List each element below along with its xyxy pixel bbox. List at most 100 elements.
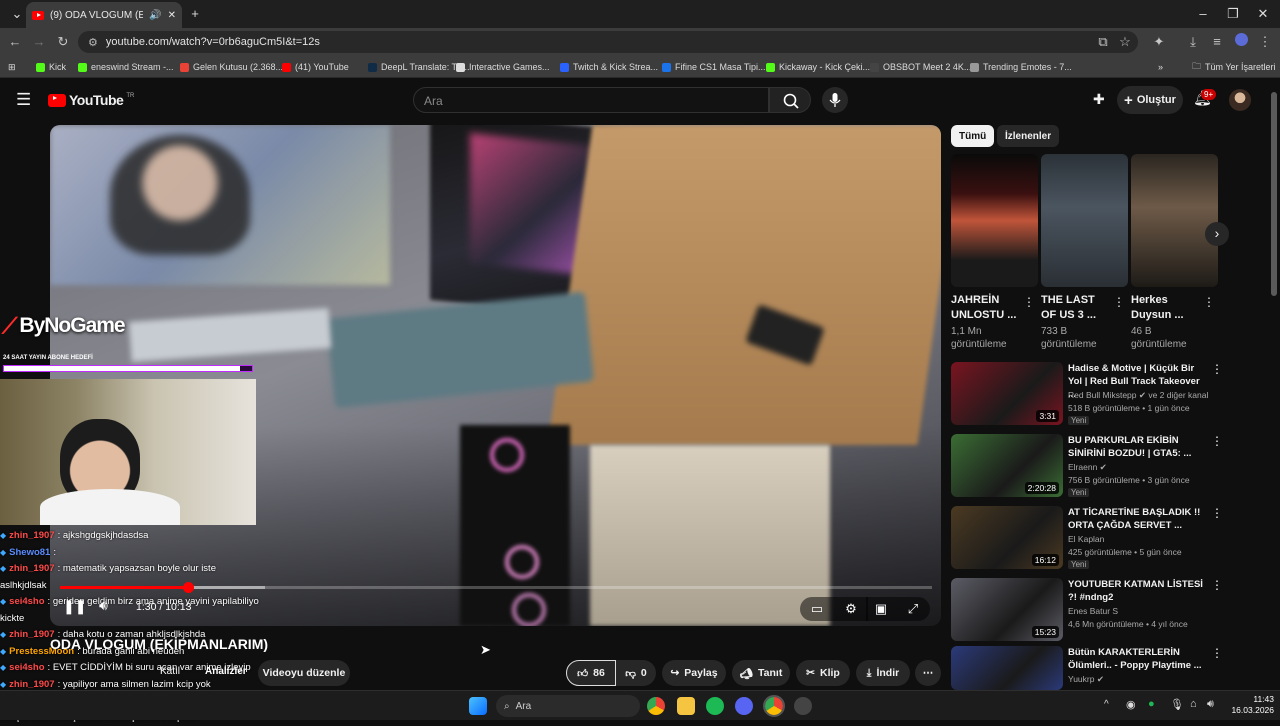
video-thumbnail[interactable]: 16:12 <box>951 506 1063 569</box>
add-user-icon[interactable]: ✚ <box>1093 91 1105 108</box>
chrome-active-icon[interactable] <box>765 697 783 715</box>
video-thumbnail[interactable]: 2:20:28 <box>951 434 1063 497</box>
page-scrollbar[interactable] <box>1271 92 1277 296</box>
miniplayer-icon[interactable]: ▣ <box>866 597 896 621</box>
shorts-next-icon[interactable]: › <box>1205 222 1229 246</box>
more-vertical-icon[interactable]: ⋮ <box>1211 646 1223 660</box>
video-title[interactable]: YOUTUBER KATMAN LİSTESİ ?! #ndng2 <box>1068 578 1208 604</box>
clip-button[interactable]: ✂Klip <box>796 660 850 686</box>
more-vertical-icon[interactable]: ⋮ <box>1113 295 1125 309</box>
more-bookmarks-icon[interactable]: » <box>1158 60 1163 74</box>
bookmark-item[interactable]: DeepL Translate: Th... <box>368 60 470 74</box>
short-card[interactable]: Herkes Duysun ...46 B görüntüleme⋮ <box>1131 154 1218 351</box>
tray-spotify-icon[interactable]: ● <box>1148 698 1155 710</box>
fullscreen-icon[interactable]: ⤢ <box>896 597 930 621</box>
chip-all[interactable]: Tümü <box>951 125 994 147</box>
forward-icon[interactable]: → <box>30 33 48 51</box>
chrome-icon[interactable] <box>647 697 665 715</box>
discord-icon[interactable] <box>735 697 753 715</box>
tray-volume-icon[interactable]: 🔊︎ <box>1207 698 1214 711</box>
more-vertical-icon[interactable]: ⋮ <box>1211 506 1223 520</box>
edit-video-button[interactable]: Videoyu düzenle <box>258 660 350 686</box>
avatar[interactable] <box>1229 89 1251 111</box>
more-vertical-icon[interactable]: ⋮ <box>1211 578 1223 592</box>
hamburger-menu-icon[interactable]: ☰ <box>16 90 31 110</box>
bookmark-item[interactable]: Kickaway - Kick Çeki... <box>766 60 870 74</box>
menu-icon[interactable]: ⋮ <box>1256 33 1274 51</box>
bookmark-item[interactable]: Trending Emotes - 7... <box>970 60 1072 74</box>
download-button[interactable]: ⤓İndir <box>856 660 910 686</box>
bookmark-item[interactable]: OBSBOT Meet 2 4K... <box>870 60 971 74</box>
short-thumbnail[interactable] <box>951 154 1038 287</box>
short-card[interactable]: JAHREİN UNLOSTU ...1,1 Mn görüntüleme⋮ <box>951 154 1038 351</box>
bookmark-item[interactable]: eneswind Stream -... <box>78 60 174 74</box>
reload-icon[interactable]: ↻ <box>54 33 72 51</box>
app-icon[interactable] <box>794 697 812 715</box>
more-vertical-icon[interactable]: ⋮ <box>1211 434 1223 448</box>
search-button[interactable] <box>769 87 811 113</box>
download-icon[interactable]: ⤓ <box>1184 33 1202 51</box>
tab-close-icon[interactable]: ✕ <box>168 10 176 21</box>
more-vertical-icon[interactable]: ⋮ <box>1211 362 1223 376</box>
bookmark-item[interactable]: Twitch & Kick Strea... <box>560 60 658 74</box>
more-actions-button[interactable]: ⋯ <box>915 660 941 686</box>
spotify-icon[interactable] <box>706 697 724 715</box>
like-button[interactable]: 👍︎86 <box>566 660 616 686</box>
recommended-video[interactable]: 2:20:28BU PARKURLAR EKİBİN SİNİRİNİ BOZD… <box>951 434 1269 498</box>
short-thumbnail[interactable] <box>1131 154 1218 287</box>
video-title[interactable]: Bütün KARAKTERLERİN Ölümleri.. - Poppy P… <box>1068 646 1208 672</box>
install-app-icon[interactable]: ⧉ <box>1094 33 1112 51</box>
volume-icon[interactable]: 🔊︎ <box>99 597 108 614</box>
search-input[interactable]: Ara <box>413 87 769 113</box>
recommended-video[interactable]: 15:23YOUTUBER KATMAN LİSTESİ ?! #ndng2En… <box>951 578 1269 642</box>
bookmark-item[interactable]: Gelen Kutusu (2.368... <box>180 60 283 74</box>
bookmark-item[interactable]: (41) YouTube <box>282 60 349 74</box>
video-title[interactable]: BU PARKURLAR EKİBİN SİNİRİNİ BOZDU! | GT… <box>1068 434 1208 460</box>
tray-mic-icon[interactable]: 🎙︎ <box>1170 698 1184 711</box>
tray-chevron-icon[interactable]: ^ <box>1104 699 1109 710</box>
recommended-video[interactable]: 16:12AT TİCARETİNE BAŞLADIK !! ORTA ÇAĞD… <box>951 506 1269 570</box>
start-icon[interactable] <box>469 697 487 715</box>
promote-button[interactable]: 📣︎Tanıt <box>732 660 790 686</box>
file-explorer-icon[interactable] <box>677 697 695 715</box>
short-card[interactable]: THE LAST OF US 3 ...733 B görüntüleme⋮ <box>1041 154 1128 351</box>
more-vertical-icon[interactable]: ⋮ <box>1023 295 1035 309</box>
taskbar-search[interactable]: ⌕ Ara <box>496 695 640 717</box>
video-progress-bar[interactable] <box>60 586 932 589</box>
recommended-video[interactable]: Bütün KARAKTERLERİN Ölümleri.. - Poppy P… <box>951 646 1269 690</box>
chip-watched[interactable]: İzlenenler <box>997 125 1059 147</box>
pause-icon[interactable]: ❚❚ <box>63 598 86 615</box>
bookmark-item[interactable]: Fifine CS1 Masa Tipi... <box>662 60 766 74</box>
audio-icon[interactable]: 🔊 <box>149 10 161 21</box>
tray-discord-icon[interactable]: ◉ <box>1126 698 1136 711</box>
share-button[interactable]: ↪Paylaş <box>662 660 726 686</box>
video-thumbnail[interactable] <box>951 646 1063 690</box>
subtitles-icon[interactable]: ▭ <box>800 597 834 621</box>
site-info-icon[interactable]: ⚙ <box>88 36 98 49</box>
apps-icon[interactable]: ⊞ <box>8 60 16 74</box>
youtube-logo[interactable]: YouTube TR <box>48 92 134 108</box>
bookmark-item[interactable]: Interactive Games... <box>456 60 550 74</box>
close-window-button[interactable]: ✕ <box>1248 4 1278 24</box>
analytics-button[interactable]: Analizler <box>205 666 247 677</box>
back-icon[interactable]: ← <box>6 33 24 51</box>
recommended-video[interactable]: 3:31Hadise & Motive | Küçük Bir Yol | Re… <box>951 362 1269 426</box>
bookmark-item[interactable]: Kick <box>36 60 66 74</box>
video-title[interactable]: AT TİCARETİNE BAŞLADIK !! ORTA ÇAĞDA SER… <box>1068 506 1208 532</box>
bookmark-star-icon[interactable]: ☆ <box>1116 33 1134 51</box>
active-tab[interactable]: (9) ODA VLOGUM (EKİPMAN 🔊 ✕ <box>26 2 182 28</box>
minimize-button[interactable]: – <box>1188 4 1218 24</box>
short-thumbnail[interactable] <box>1041 154 1128 287</box>
new-tab-button[interactable]: + <box>180 4 210 24</box>
maximize-button[interactable]: ❐ <box>1218 4 1248 24</box>
video-thumbnail[interactable]: 3:31 <box>951 362 1063 425</box>
media-control-icon[interactable]: ≡ <box>1208 33 1226 51</box>
video-thumbnail[interactable]: 15:23 <box>951 578 1063 641</box>
address-bar[interactable]: ⚙ youtube.com/watch?v=0rb6aguCm5I&t=12s <box>78 31 1138 53</box>
dislike-button[interactable]: 👎︎0 <box>616 660 656 686</box>
more-vertical-icon[interactable]: ⋮ <box>1203 295 1215 309</box>
extensions-icon[interactable]: ✦ <box>1150 33 1168 51</box>
taskbar-clock[interactable]: 11:43 16.03.2026 <box>1224 694 1274 716</box>
settings-gear-icon[interactable]: ⚙ <box>834 597 868 621</box>
profile-icon[interactable] <box>1232 33 1250 51</box>
